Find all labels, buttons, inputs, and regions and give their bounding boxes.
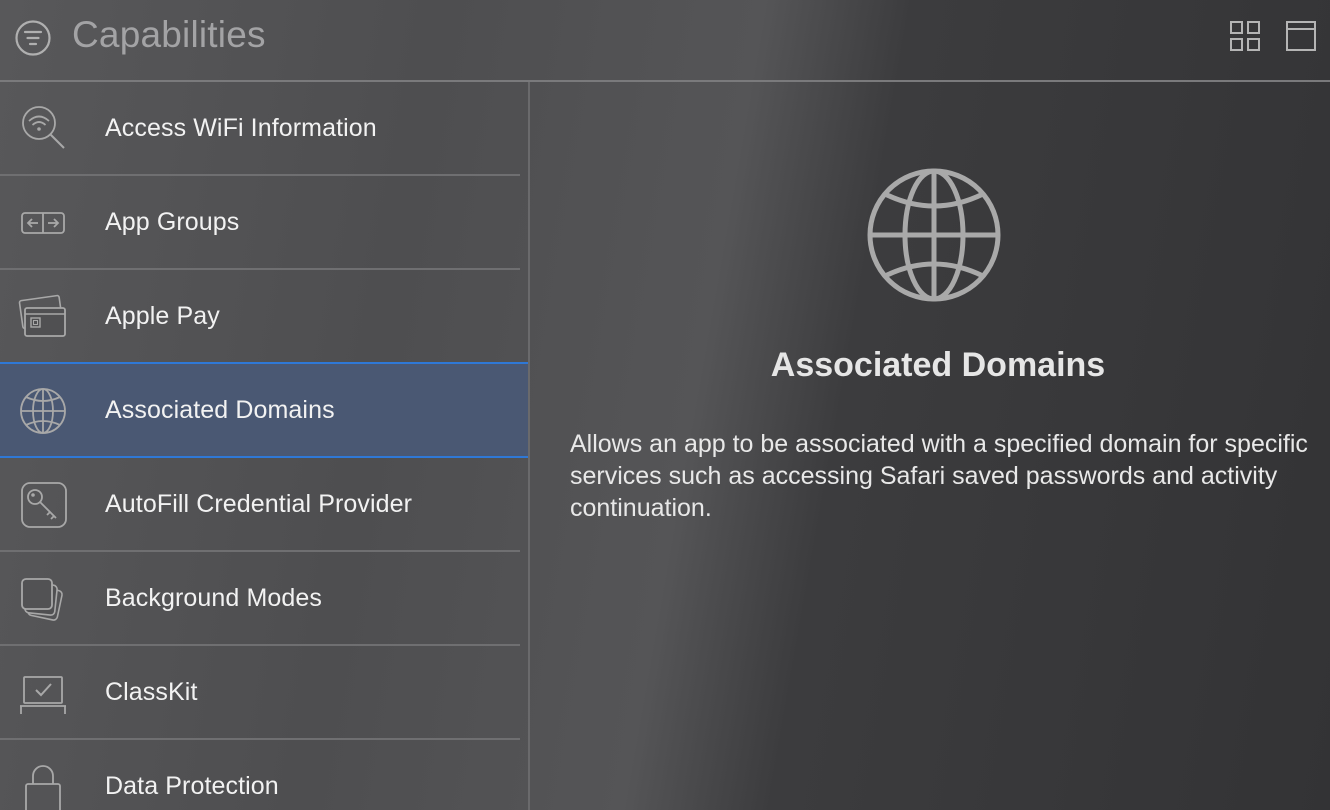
capability-item-data-protection[interactable]: Data Protection xyxy=(0,740,528,810)
lock-icon xyxy=(25,765,61,810)
key-icon xyxy=(21,482,67,528)
filter-icon[interactable] xyxy=(14,19,52,57)
capability-item-access-wifi[interactable]: Access WiFi Information xyxy=(0,82,528,176)
capability-item-apple-pay[interactable]: Apple Pay xyxy=(0,270,528,364)
grid-view-icon[interactable] xyxy=(1229,20,1261,52)
detail-description: Allows an app to be associated with a sp… xyxy=(570,430,1308,522)
credit-card-icon xyxy=(18,294,66,337)
app-groups-icon xyxy=(21,212,65,234)
capability-label: AutoFill Credential Provider xyxy=(105,490,413,518)
globe-icon xyxy=(20,388,66,434)
capabilities-window: Capabilities Access WiFi Information App… xyxy=(0,0,1330,810)
stacked-squares-icon xyxy=(21,578,63,621)
capability-label: Apple Pay xyxy=(105,302,220,330)
wifi-search-icon xyxy=(22,106,65,149)
capability-label: Access WiFi Information xyxy=(105,114,377,142)
capability-label: ClassKit xyxy=(105,678,198,706)
capabilities-list: Access WiFi Information App Groups Apple… xyxy=(0,82,530,810)
capability-label: Background Modes xyxy=(105,584,323,612)
capability-detail-panel: Associated Domains Allows an app to be a… xyxy=(530,82,1330,810)
single-view-icon[interactable] xyxy=(1285,20,1317,52)
globe-icon xyxy=(867,168,1001,302)
detail-title: Associated Domains xyxy=(770,346,1106,384)
capability-item-associated-domains[interactable]: Associated Domains xyxy=(0,362,528,458)
capability-item-app-groups[interactable]: App Groups xyxy=(0,176,528,270)
page-title: Capabilities xyxy=(72,14,266,55)
capability-item-background-modes[interactable]: Background Modes xyxy=(0,552,528,646)
capability-item-autofill[interactable]: AutoFill Credential Provider xyxy=(0,458,528,552)
classkit-icon xyxy=(20,676,66,714)
capability-item-classkit[interactable]: ClassKit xyxy=(0,646,528,740)
header-bar: Capabilities xyxy=(0,0,1330,82)
capability-label: App Groups xyxy=(105,208,240,236)
capability-label: Associated Domains xyxy=(105,396,335,424)
capability-label: Data Protection xyxy=(105,772,279,800)
